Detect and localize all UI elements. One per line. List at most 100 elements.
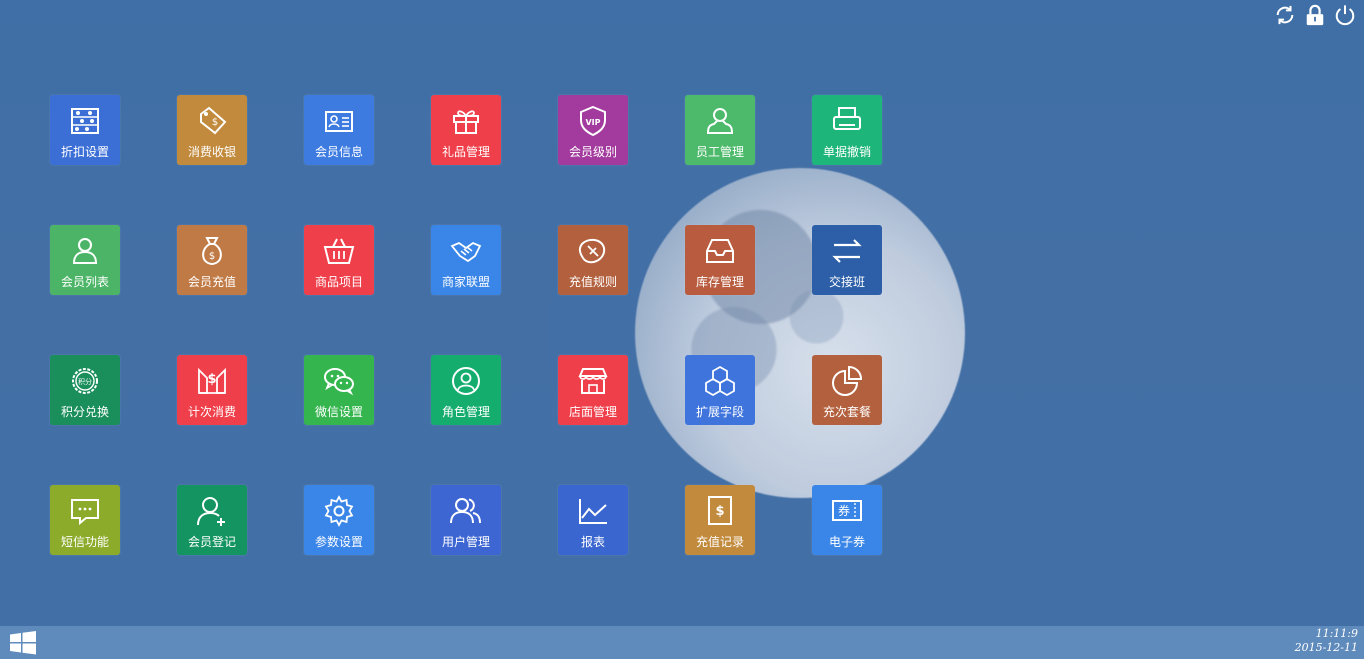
tile-label: 扩展字段: [695, 405, 744, 419]
gear-icon: [324, 495, 354, 527]
refresh-icon[interactable]: [1274, 4, 1296, 26]
storefront-icon: [578, 368, 608, 394]
tile-employee-management[interactable]: 员工管理: [685, 95, 755, 165]
employee-icon: [706, 108, 734, 134]
svg-text:VIP: VIP: [585, 118, 600, 127]
pie-chart-icon: [832, 365, 863, 396]
inbox-icon: [706, 239, 734, 263]
role-icon: [452, 367, 480, 395]
printer-icon: [833, 107, 861, 130]
tile-label: 会员登记: [187, 535, 236, 549]
tile-label: 商家联盟: [441, 275, 490, 289]
tile-member-info[interactable]: 会员信息: [304, 95, 374, 165]
tile-label: 充值记录: [695, 535, 744, 549]
tile-user-management[interactable]: 用户管理: [431, 485, 501, 555]
tile-label: 商品项目: [314, 275, 363, 289]
tile-label: 交接班: [828, 275, 865, 289]
sms-bubble-icon: [71, 499, 99, 526]
id-card-icon: [325, 111, 353, 132]
tile-label: 计次消费: [187, 405, 236, 419]
tile-label: 电子券: [828, 535, 865, 549]
tile-voucher-cancel[interactable]: 单据撤销: [812, 95, 882, 165]
tile-sms-function[interactable]: 短信功能: [50, 485, 120, 555]
taskbar: 11:11:9 2015-12-11: [0, 626, 1364, 659]
handshake-icon: [450, 241, 482, 263]
top-toolbar: [1274, 4, 1356, 26]
recharge-record-icon: $: [708, 496, 732, 525]
tile-parameter-settings[interactable]: 参数设置: [304, 485, 374, 555]
svg-text:$: $: [212, 117, 218, 128]
tile-label: 库存管理: [695, 275, 744, 289]
tile-wechat-settings[interactable]: 微信设置: [304, 355, 374, 425]
tile-label: 会员级别: [568, 145, 617, 159]
clock-time: 11:11:9: [1315, 627, 1358, 640]
windows-start-icon[interactable]: [10, 631, 36, 655]
tile-member-list[interactable]: 会员列表: [50, 225, 120, 295]
tile-label: 员工管理: [695, 145, 744, 159]
tile-inventory-management[interactable]: 库存管理: [685, 225, 755, 295]
price-tag-icon: $: [200, 106, 227, 135]
line-chart-icon: [579, 499, 607, 524]
tile-gift-management[interactable]: 礼品管理: [431, 95, 501, 165]
tile-label: 会员信息: [314, 145, 363, 159]
tile-label: 短信功能: [60, 535, 109, 549]
tile-label: 微信设置: [314, 405, 363, 419]
tile-points-exchange[interactable]: 积分 积分兑换: [50, 355, 120, 425]
lock-icon[interactable]: [1304, 4, 1326, 26]
tile-label: 参数设置: [314, 535, 363, 549]
add-user-icon: [197, 497, 225, 526]
svg-text:积分: 积分: [78, 377, 92, 386]
tile-label: 会员列表: [60, 275, 109, 289]
tile-merchant-alliance[interactable]: 商家联盟: [431, 225, 501, 295]
tile-label: 会员充值: [187, 275, 236, 289]
tile-label: 报表: [580, 535, 605, 549]
rule-leaf-icon: [578, 238, 606, 264]
basket-icon: [323, 238, 355, 264]
tile-member-register[interactable]: 会员登记: [177, 485, 247, 555]
tile-label: 礼品管理: [441, 145, 490, 159]
points-badge-icon: 积分: [72, 368, 98, 394]
count-consume-icon: $: [198, 367, 226, 394]
cubes-icon: [705, 365, 735, 397]
tile-shift-handover[interactable]: 交接班: [812, 225, 882, 295]
clock: 11:11:9 2015-12-11: [1295, 627, 1358, 655]
tile-recharge-rules[interactable]: 充值规则: [558, 225, 628, 295]
svg-text:券: 券: [838, 503, 850, 518]
tile-label: 充值规则: [568, 275, 617, 289]
svg-text:$: $: [209, 251, 215, 262]
gift-icon: [453, 110, 479, 134]
tile-count-consume[interactable]: $ 计次消费: [177, 355, 247, 425]
tile-product-items[interactable]: 商品项目: [304, 225, 374, 295]
tile-discount-settings[interactable]: 折扣设置: [50, 95, 120, 165]
tile-extend-fields[interactable]: 扩展字段: [685, 355, 755, 425]
power-icon[interactable]: [1334, 4, 1356, 26]
tile-label: 角色管理: [441, 405, 490, 419]
tile-label: 店面管理: [568, 405, 617, 419]
tile-consume-checkout[interactable]: $ 消费收银: [177, 95, 247, 165]
tile-label: 消费收银: [187, 145, 236, 159]
abacus-icon: [71, 108, 99, 134]
tile-label: 单据撤销: [822, 145, 871, 159]
tile-e-coupon[interactable]: 券 电子券: [812, 485, 882, 555]
tile-label: 充次套餐: [822, 405, 871, 419]
tile-member-recharge[interactable]: $ 会员充值: [177, 225, 247, 295]
tile-role-management[interactable]: 角色管理: [431, 355, 501, 425]
tile-member-level[interactable]: VIP 会员级别: [558, 95, 628, 165]
clock-date: 2015-12-11: [1294, 641, 1358, 654]
money-bag-icon: $: [202, 237, 222, 266]
tile-recharge-records[interactable]: $ 充值记录: [685, 485, 755, 555]
wechat-icon: [324, 368, 354, 396]
svg-text:$: $: [715, 504, 724, 519]
users-icon: [450, 498, 481, 524]
swap-arrows-icon: [832, 239, 862, 263]
member-list-icon: [72, 238, 98, 264]
tile-label: 积分兑换: [60, 405, 109, 419]
tile-label: 折扣设置: [60, 145, 109, 159]
tile-reports[interactable]: 报表: [558, 485, 628, 555]
coupon-icon: 券: [832, 500, 862, 521]
tile-label: 用户管理: [441, 535, 490, 549]
svg-text:$: $: [207, 372, 216, 387]
vip-shield-icon: VIP: [580, 105, 606, 137]
tile-count-package[interactable]: 充次套餐: [812, 355, 882, 425]
tile-store-management[interactable]: 店面管理: [558, 355, 628, 425]
